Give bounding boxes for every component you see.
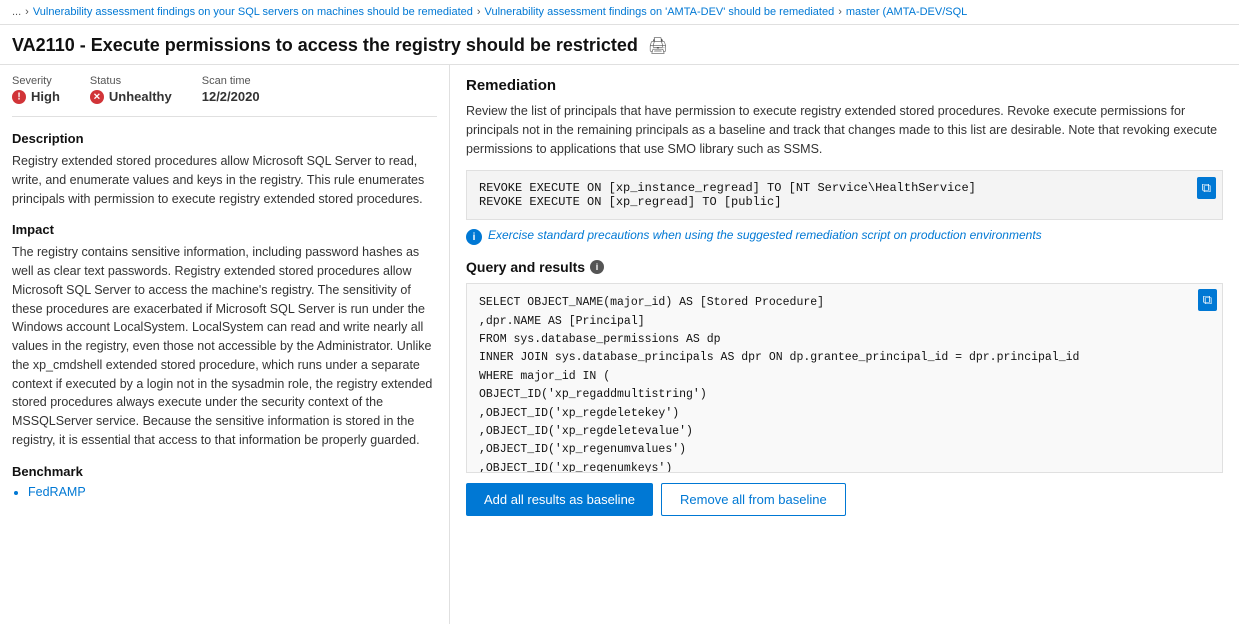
- scan-time-item: Scan time 12/2/2020: [202, 75, 260, 104]
- scan-time-value: 12/2/2020: [202, 89, 260, 104]
- breadcrumb: ... › Vulnerability assessment findings …: [0, 0, 1239, 25]
- scan-time-label: Scan time: [202, 75, 260, 87]
- query-section-title: Query and results i: [466, 259, 1223, 275]
- severity-text: High: [31, 89, 60, 104]
- page-title: VA2110 - Execute permissions to access t…: [12, 35, 638, 56]
- status-text: Unhealthy: [109, 89, 172, 104]
- query-title-text: Query and results: [466, 259, 585, 275]
- remediation-code-line-1: REVOKE EXECUTE ON [xp_instance_regread] …: [479, 181, 1210, 195]
- impact-title: Impact: [12, 222, 437, 237]
- print-icon[interactable]: 🖨: [648, 36, 668, 56]
- high-severity-icon: [12, 90, 26, 104]
- main-layout: Severity High Status Unhealthy Scan time…: [0, 65, 1239, 624]
- scan-time-text: 12/2/2020: [202, 89, 260, 104]
- query-copy-button[interactable]: ⧉: [1198, 289, 1217, 311]
- benchmark-title: Benchmark: [12, 464, 437, 479]
- left-panel: Severity High Status Unhealthy Scan time…: [0, 65, 450, 624]
- breadcrumb-link-2[interactable]: Vulnerability assessment findings on 'AM…: [485, 6, 835, 18]
- description-body: Registry extended stored procedures allo…: [12, 152, 437, 208]
- status-value: Unhealthy: [90, 89, 172, 104]
- add-baseline-button[interactable]: Add all results as baseline: [466, 483, 653, 516]
- right-panel: Remediation Review the list of principal…: [450, 65, 1239, 624]
- description-title: Description: [12, 131, 437, 146]
- baseline-actions: Add all results as baseline Remove all f…: [466, 483, 1223, 516]
- info-notice: i Exercise standard precautions when usi…: [466, 228, 1223, 245]
- remediation-code-block: REVOKE EXECUTE ON [xp_instance_regread] …: [466, 170, 1223, 220]
- status-label: Status: [90, 75, 172, 87]
- info-icon: i: [466, 229, 482, 245]
- info-notice-text: Exercise standard precautions when using…: [488, 228, 1042, 242]
- severity-label: Severity: [12, 75, 60, 87]
- remediation-title: Remediation: [466, 77, 1223, 94]
- query-box-wrapper: SELECT OBJECT_NAME(major_id) AS [Stored …: [466, 283, 1223, 473]
- query-box[interactable]: SELECT OBJECT_NAME(major_id) AS [Stored …: [466, 283, 1223, 473]
- breadcrumb-link-1[interactable]: Vulnerability assessment findings on you…: [33, 6, 473, 18]
- meta-row: Severity High Status Unhealthy Scan time…: [12, 65, 437, 117]
- page-header: VA2110 - Execute permissions to access t…: [0, 25, 1239, 65]
- query-info-icon: i: [590, 260, 604, 274]
- benchmark-list: FedRAMP: [12, 485, 437, 499]
- benchmark-item-fedramp[interactable]: FedRAMP: [28, 485, 437, 499]
- impact-body: The registry contains sensitive informat…: [12, 243, 437, 449]
- remediation-copy-button[interactable]: ⧉: [1197, 177, 1216, 199]
- remediation-text: Review the list of principals that have …: [466, 102, 1223, 158]
- breadcrumb-link-3[interactable]: master (AMTA-DEV/SQL: [846, 6, 967, 18]
- remediation-code-line-2: REVOKE EXECUTE ON [xp_regread] TO [publi…: [479, 195, 1210, 209]
- severity-value: High: [12, 89, 60, 104]
- status-item: Status Unhealthy: [90, 75, 172, 104]
- remove-baseline-button[interactable]: Remove all from baseline: [661, 483, 846, 516]
- severity-item: Severity High: [12, 75, 60, 104]
- unhealthy-icon: [90, 90, 104, 104]
- breadcrumb-ellipsis: ...: [12, 6, 21, 18]
